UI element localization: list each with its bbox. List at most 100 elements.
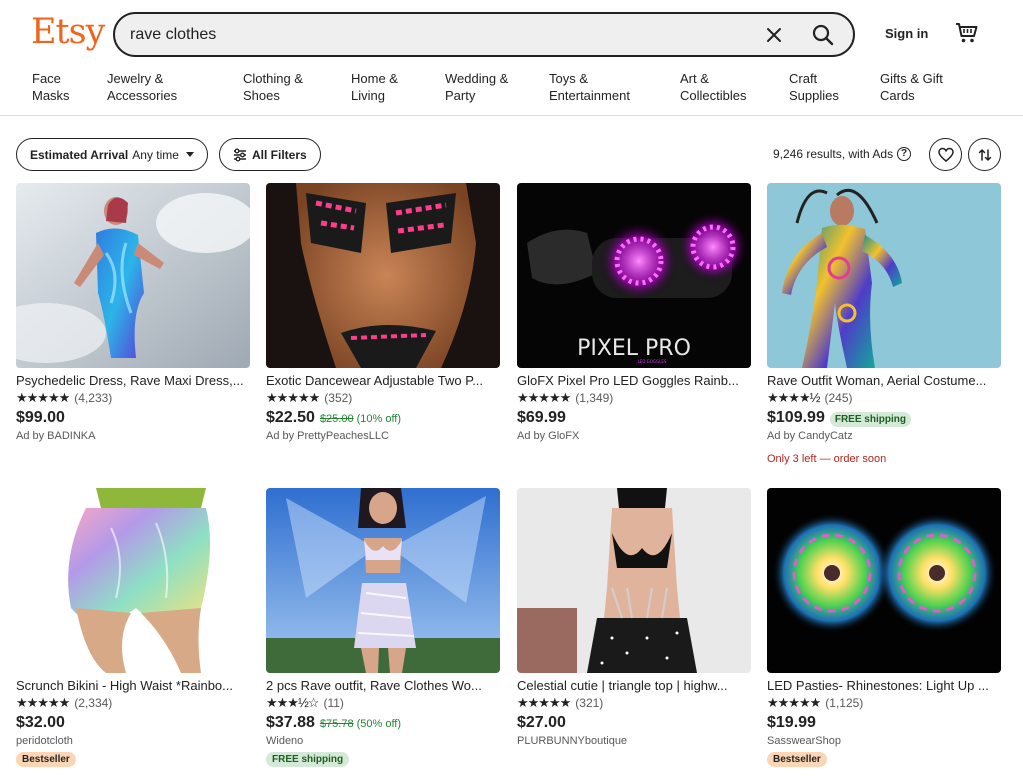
product-image[interactable]: [266, 183, 500, 368]
brand-logo-text: PIXEL PRO: [577, 336, 691, 361]
product-rating: ★★★★★ (2,334): [16, 695, 250, 711]
product-title[interactable]: Celestial cutie | triangle top | highw..…: [517, 678, 751, 693]
category-wedding[interactable]: Wedding & Party: [445, 70, 508, 104]
category-toys[interactable]: Toys & Entertainment: [549, 70, 630, 104]
brand-logo-subtext: LED GOGGLES: [638, 359, 667, 364]
product-card[interactable]: Scrunch Bikini - High Waist *Rainbo... ★…: [16, 488, 250, 767]
shop-name[interactable]: Ad by CandyCatz: [767, 430, 1001, 442]
product-title[interactable]: Rave Outfit Woman, Aerial Costume...: [767, 373, 1001, 388]
sort-button[interactable]: [968, 138, 1001, 171]
product-title[interactable]: Exotic Dancewear Adjustable Two P...: [266, 373, 500, 388]
results-count: 9,246 results, with Ads ?: [773, 147, 912, 161]
original-price: $25.00: [319, 413, 354, 425]
product-price: $27.00: [517, 714, 566, 731]
free-shipping-badge: FREE shipping: [266, 752, 350, 767]
star-rating-icon: ★★★★★: [266, 390, 320, 405]
shop-name[interactable]: SasswearShop: [767, 735, 1001, 747]
shop-name[interactable]: Ad by GloFX: [517, 430, 751, 442]
product-rating: ★★★★½ (245): [767, 390, 1001, 406]
bestseller-badge: Bestseller: [767, 752, 827, 767]
discount-percent: (50% off): [356, 718, 402, 730]
product-rating: ★★★★★ (1,349): [517, 390, 751, 406]
product-title[interactable]: LED Pasties- Rhinestones: Light Up ...: [767, 678, 1001, 693]
site-header: Etsy rave clothes Sign in Face Masks Jewe…: [0, 0, 1023, 116]
sign-in-link[interactable]: Sign in: [885, 26, 928, 41]
free-shipping-badge: FREE shipping: [829, 412, 911, 427]
review-count: (1,349): [575, 391, 614, 405]
search-icon[interactable]: [810, 22, 836, 48]
product-rating: ★★★★★ (1,125): [767, 695, 1001, 711]
product-card[interactable]: Psychedelic Dress, Rave Maxi Dress,... ★…: [16, 183, 250, 442]
category-home[interactable]: Home & Living: [351, 70, 398, 104]
product-image[interactable]: [517, 488, 751, 673]
product-card[interactable]: Exotic Dancewear Adjustable Two P... ★★★…: [266, 183, 500, 442]
product-price: $32.00: [16, 714, 65, 731]
search-input[interactable]: rave clothes: [130, 26, 216, 44]
filter-sliders-icon: [234, 148, 246, 161]
category-jewelry[interactable]: Jewelry & Accessories: [107, 70, 177, 104]
cart-icon[interactable]: [955, 21, 979, 45]
product-rating: ★★★★★ (352): [266, 390, 500, 406]
close-icon[interactable]: [762, 23, 786, 47]
review-count: (245): [824, 391, 853, 405]
favorites-button[interactable]: [929, 138, 962, 171]
product-title[interactable]: Psychedelic Dress, Rave Maxi Dress,...: [16, 373, 250, 388]
product-price: $99.00: [16, 409, 65, 426]
help-icon[interactable]: ?: [897, 147, 912, 161]
product-card[interactable]: Rave Outfit Woman, Aerial Costume... ★★★…: [767, 183, 1001, 465]
product-card[interactable]: PIXEL PRO LED GOGGLES GloFX Pixel Pro LE…: [517, 183, 751, 442]
review-count: (4,233): [74, 391, 113, 405]
all-filters-button[interactable]: All Filters: [219, 138, 321, 171]
discount-percent: (10% off): [356, 413, 402, 425]
shop-name[interactable]: PLURBUNNYboutique: [517, 735, 751, 747]
etsy-logo[interactable]: Etsy: [31, 12, 105, 52]
product-title[interactable]: GloFX Pixel Pro LED Goggles Rainb...: [517, 373, 751, 388]
search-bar[interactable]: rave clothes: [113, 12, 855, 57]
shop-name[interactable]: Ad by PrettyPeachesLLC: [266, 430, 500, 442]
product-price: $37.88: [266, 714, 315, 731]
estimated-arrival-dropdown[interactable]: Estimated Arrival Any time: [16, 138, 208, 171]
bestseller-badge: Bestseller: [16, 752, 76, 767]
product-card[interactable]: 2 pcs Rave outfit, Rave Clothes Wo... ★★…: [266, 488, 500, 767]
category-craft[interactable]: Craft Supplies: [789, 70, 839, 104]
stock-warning: Only 3 left — order soon: [767, 453, 887, 465]
product-image[interactable]: PIXEL PRO LED GOGGLES: [517, 183, 751, 368]
product-price: $19.99: [767, 714, 816, 731]
product-title[interactable]: 2 pcs Rave outfit, Rave Clothes Wo...: [266, 678, 500, 693]
original-price: $75.78: [319, 718, 354, 730]
product-card[interactable]: LED Pasties- Rhinestones: Light Up ... ★…: [767, 488, 1001, 767]
chevron-down-icon: [185, 152, 194, 157]
star-rating-icon: ★★★★★: [517, 695, 571, 710]
product-image[interactable]: [767, 183, 1001, 368]
shop-name[interactable]: Wideno: [266, 735, 500, 747]
product-card[interactable]: Celestial cutie | triangle top | highw..…: [517, 488, 751, 747]
review-count: (2,334): [74, 696, 113, 710]
star-rating-icon: ★★★★½: [767, 390, 820, 405]
category-art[interactable]: Art & Collectibles: [680, 70, 746, 104]
shop-name[interactable]: peridotcloth: [16, 735, 250, 747]
star-rating-icon: ★★★★★: [767, 695, 821, 710]
star-rating-icon: ★★★★★: [16, 695, 70, 710]
product-rating: ★★★★★ (321): [517, 695, 751, 711]
category-face-masks[interactable]: Face Masks: [32, 70, 70, 104]
heart-icon: [937, 147, 954, 162]
product-image[interactable]: [16, 488, 250, 673]
category-gifts[interactable]: Gifts & Gift Cards: [880, 70, 943, 104]
star-rating-icon: ★★★★★: [16, 390, 70, 405]
star-rating-icon: ★★★★★: [517, 390, 571, 405]
product-price: $109.99: [767, 409, 825, 426]
shop-name[interactable]: Ad by BADINKA: [16, 430, 250, 442]
review-count: (1,125): [825, 696, 864, 710]
review-count: (321): [575, 696, 604, 710]
product-rating: ★★★★★ (4,233): [16, 390, 250, 406]
product-image[interactable]: [266, 488, 500, 673]
category-nav: Face Masks Jewelry & Accessories Clothing …: [0, 70, 1023, 110]
star-rating-icon: ★★★½☆: [266, 695, 319, 710]
category-clothing[interactable]: Clothing & Shoes: [243, 70, 303, 104]
product-image[interactable]: [16, 183, 250, 368]
product-title[interactable]: Scrunch Bikini - High Waist *Rainbo...: [16, 678, 250, 693]
product-image[interactable]: [767, 488, 1001, 673]
review-count: (11): [323, 696, 344, 710]
product-rating: ★★★½☆ (11): [266, 695, 500, 711]
product-price: $22.50: [266, 409, 315, 426]
